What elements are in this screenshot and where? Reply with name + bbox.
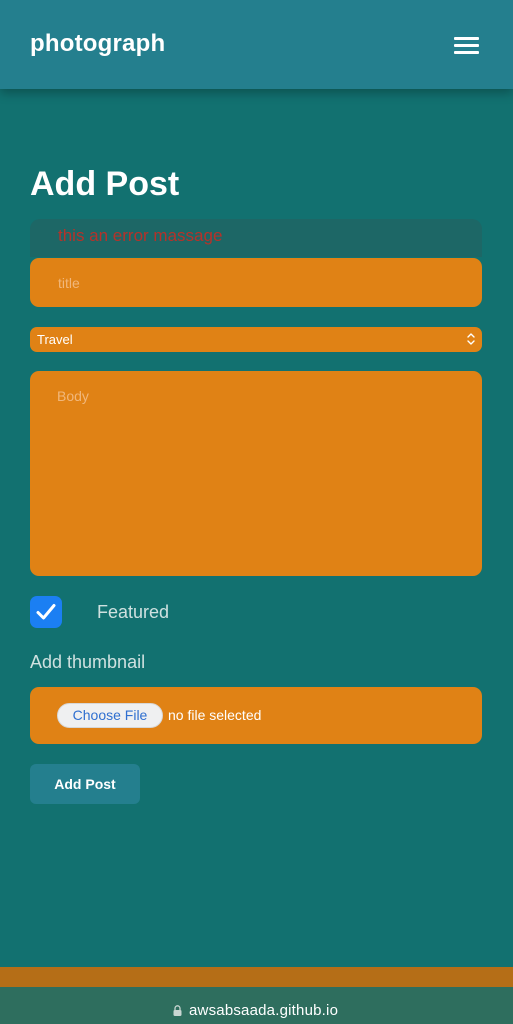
thumbnail-file-input[interactable]: Choose File no file selected bbox=[30, 687, 482, 744]
add-post-button[interactable]: Add Post bbox=[30, 764, 140, 804]
featured-checkbox[interactable] bbox=[30, 596, 62, 628]
choose-file-button[interactable]: Choose File bbox=[57, 703, 163, 728]
title-input[interactable] bbox=[30, 258, 482, 307]
brand-logo[interactable]: photograph bbox=[30, 30, 165, 58]
select-updown-icon bbox=[467, 333, 475, 345]
body-textarea[interactable] bbox=[30, 371, 482, 576]
thumbnail-label: Add thumbnail bbox=[30, 652, 146, 672]
page-title: Add Post bbox=[30, 165, 180, 203]
error-message: this an error massage bbox=[58, 226, 223, 245]
hamburger-menu-icon[interactable] bbox=[454, 36, 479, 54]
navbar: photograph bbox=[0, 0, 513, 89]
error-message-box: this an error massage bbox=[30, 219, 482, 257]
footer-strip bbox=[0, 967, 513, 987]
featured-label: Featured bbox=[97, 602, 170, 622]
lock-icon bbox=[173, 1005, 182, 1016]
category-select[interactable]: Travel bbox=[30, 327, 482, 352]
file-status: no file selected bbox=[168, 707, 262, 723]
url-text: awsabsaada.github.io bbox=[189, 1002, 339, 1019]
checkmark-icon bbox=[36, 604, 56, 620]
category-selected-value: Travel bbox=[37, 332, 73, 347]
browser-url-bar[interactable]: awsabsaada.github.io bbox=[0, 987, 513, 1024]
